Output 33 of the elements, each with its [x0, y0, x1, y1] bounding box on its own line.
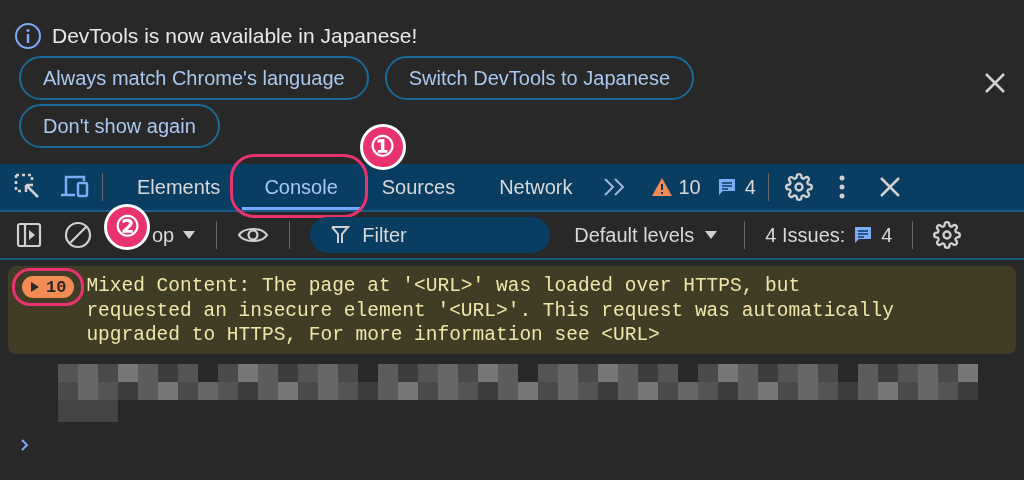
caret-icon — [182, 230, 197, 240]
infobar-message: DevTools is now available in Japanese! — [52, 24, 418, 48]
message-text: Mixed Content: The page at '<URL>' was loaded over HTTPS, but requested an insecure element '<URL>'. This request was automatically upgraded to HTTPS, For more information see <URL> — [86, 274, 895, 348]
info-icon — [14, 22, 42, 50]
issues-count: 4 — [881, 223, 893, 247]
more-tabs-icon[interactable] — [602, 177, 627, 197]
message-icon — [716, 177, 737, 197]
infobar-button[interactable]: Don't show again — [19, 104, 220, 148]
close-icon[interactable] — [984, 72, 1006, 94]
more-icon[interactable] — [838, 175, 845, 199]
callout-number: ① — [359, 124, 406, 170]
message-icon — [853, 225, 874, 245]
close-icon[interactable] — [878, 176, 901, 198]
clear-icon[interactable] — [64, 221, 92, 249]
settings-icon[interactable] — [933, 221, 962, 249]
caret-icon — [704, 230, 719, 240]
warning-icon — [650, 177, 673, 197]
filter-field[interactable]: Filter — [310, 217, 551, 253]
warning-count: 10 — [678, 175, 701, 199]
infobar-button[interactable]: Switch DevTools to Japanese — [384, 56, 694, 100]
settings-icon[interactable] — [784, 173, 813, 201]
callout-number: ② — [104, 204, 150, 250]
sidebar-icon[interactable] — [16, 222, 42, 248]
context-selector[interactable]: op — [152, 223, 197, 247]
panel-tab[interactable]: Network — [477, 164, 595, 210]
prompt-icon — [20, 437, 30, 452]
infobar-button[interactable]: Always match Chrome's language — [19, 56, 369, 100]
message-count: 4 — [744, 175, 756, 199]
filter-icon — [330, 225, 351, 245]
repeat-count-badge[interactable]: 10 — [22, 276, 75, 298]
issues-label: 4 Issues: — [765, 223, 846, 247]
levels-dropdown[interactable]: Default levels — [568, 222, 725, 248]
panel-tab[interactable]: Console — [242, 164, 360, 210]
